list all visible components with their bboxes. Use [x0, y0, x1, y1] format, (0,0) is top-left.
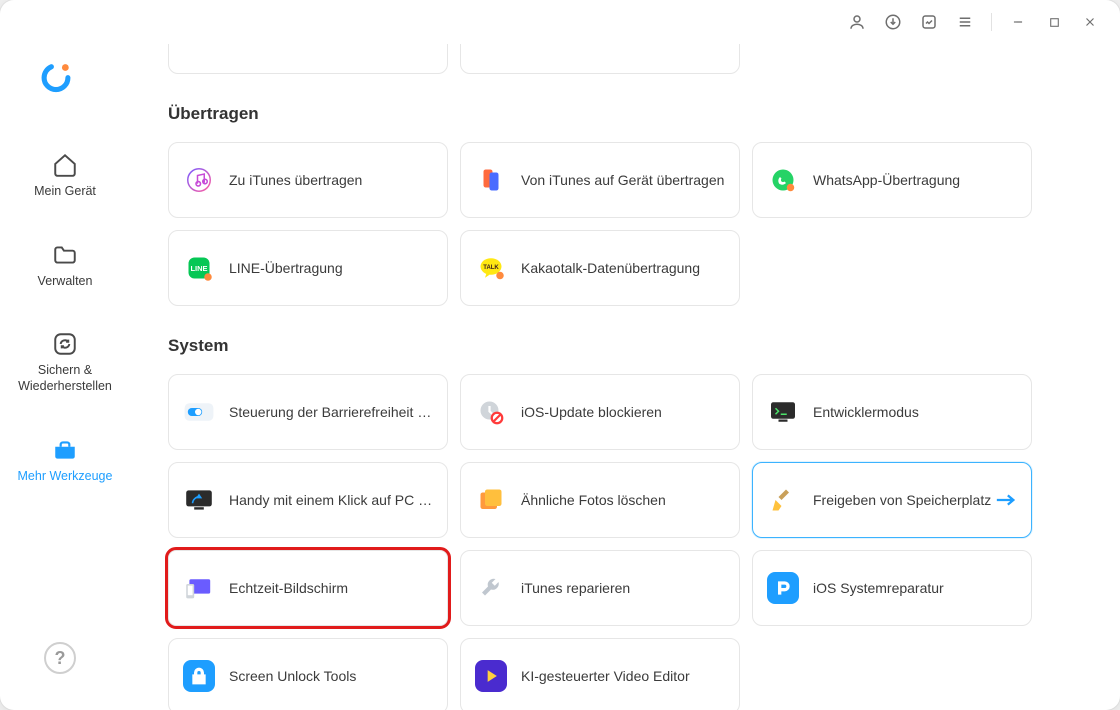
- title-separator: [991, 13, 992, 31]
- transfer-grid: Zu iTunes übertragen Von iTunes auf Gerä…: [168, 142, 1080, 306]
- unlock-icon: [183, 660, 215, 692]
- sidebar-item-backup[interactable]: Sichern & Wiederherstellen: [10, 321, 120, 404]
- system-grid: Steuerung der Barrierefreiheit von iOS-U…: [168, 374, 1080, 710]
- card-label: Echtzeit-Bildschirm: [229, 580, 348, 596]
- card-cast[interactable]: Handy mit einem Klick auf PC spie: [168, 462, 448, 538]
- card-from-itunes[interactable]: Von iTunes auf Gerät übertragen: [460, 142, 740, 218]
- card-label: iOS-Update blockieren: [521, 404, 662, 420]
- card-to-itunes[interactable]: Zu iTunes übertragen: [168, 142, 448, 218]
- sidebar-item-device[interactable]: Mein Gerät: [10, 142, 120, 210]
- card-whatsapp[interactable]: WhatsApp-Übertragung: [752, 142, 1032, 218]
- photos-icon: [475, 484, 507, 516]
- card-free-space[interactable]: Freigeben von Speicherplatz: [752, 462, 1032, 538]
- card-label: Von iTunes auf Gerät übertragen: [521, 172, 724, 188]
- folder-icon: [52, 242, 78, 268]
- kakao-icon: TALK: [475, 252, 507, 284]
- whatsapp-icon: [767, 164, 799, 196]
- video-icon: [475, 660, 507, 692]
- toolbox-icon: [52, 437, 78, 463]
- card-block-update[interactable]: iOS-Update blockieren: [460, 374, 740, 450]
- maximize-button[interactable]: [1038, 6, 1070, 38]
- partial-row-top: [168, 44, 1080, 74]
- card-label: Zu iTunes übertragen: [229, 172, 362, 188]
- card-label: Freigeben von Speicherplatz: [813, 492, 991, 508]
- partial-card[interactable]: [168, 44, 448, 74]
- title-bar: [0, 0, 1120, 44]
- card-label: Screen Unlock Tools: [229, 668, 356, 684]
- card-label: iOS Systemreparatur: [813, 580, 944, 596]
- home-icon: [52, 152, 78, 178]
- section-title-system: System: [168, 336, 1080, 356]
- card-screen-unlock[interactable]: Screen Unlock Tools: [168, 638, 448, 710]
- card-label: Steuerung der Barrierefreiheit von: [229, 404, 433, 420]
- section-title-transfer: Übertragen: [168, 104, 1080, 124]
- card-label: iTunes reparieren: [521, 580, 630, 596]
- help-label: ?: [55, 648, 66, 669]
- line-icon: LINE: [183, 252, 215, 284]
- card-accessibility[interactable]: Steuerung der Barrierefreiheit von: [168, 374, 448, 450]
- sidebar-item-label: Mein Gerät: [34, 184, 96, 200]
- minimize-button[interactable]: [1002, 6, 1034, 38]
- user-icon[interactable]: [841, 6, 873, 38]
- svg-text:LINE: LINE: [190, 264, 207, 273]
- sidebar-item-tools[interactable]: Mehr Werkzeuge: [10, 427, 120, 495]
- download-icon[interactable]: [877, 6, 909, 38]
- help-button[interactable]: ?: [44, 642, 76, 674]
- sidebar-item-label: Verwalten: [38, 274, 93, 290]
- window-body: Mein Gerät Verwalten Sichern & Wiederher…: [0, 44, 1120, 710]
- music-icon: [183, 164, 215, 196]
- card-kakao[interactable]: TALK Kakaotalk-Datenübertragung: [460, 230, 740, 306]
- wrench-icon: [475, 572, 507, 604]
- card-devmode[interactable]: Entwicklermodus: [752, 374, 1032, 450]
- menu-icon[interactable]: [949, 6, 981, 38]
- svg-text:TALK: TALK: [483, 265, 499, 271]
- sidebar-item-label: Mehr Werkzeuge: [18, 469, 113, 485]
- feedback-icon[interactable]: [913, 6, 945, 38]
- card-label: Ähnliche Fotos löschen: [521, 492, 666, 508]
- card-ai-video[interactable]: KI-gesteuerter Video Editor: [460, 638, 740, 710]
- sidebar-item-label: Sichern & Wiederherstellen: [16, 363, 114, 394]
- block-icon: [475, 396, 507, 428]
- card-system-repair[interactable]: iOS Systemreparatur: [752, 550, 1032, 626]
- close-button[interactable]: [1074, 6, 1106, 38]
- card-label: LINE-Übertragung: [229, 260, 343, 276]
- broom-icon: [767, 484, 799, 516]
- app-logo: [32, 52, 80, 100]
- cast-icon: [183, 484, 215, 516]
- partial-card[interactable]: [460, 44, 740, 74]
- toggle-icon: [183, 396, 215, 428]
- repair-icon: [767, 572, 799, 604]
- card-label: Entwicklermodus: [813, 404, 919, 420]
- card-label: KI-gesteuerter Video Editor: [521, 668, 690, 684]
- content-area: Übertragen Zu iTunes übertragen Von iTun…: [120, 44, 1120, 710]
- sidebar: Mein Gerät Verwalten Sichern & Wiederher…: [0, 44, 120, 710]
- card-label: Kakaotalk-Datenübertragung: [521, 260, 700, 276]
- card-repair-itunes[interactable]: iTunes reparieren: [460, 550, 740, 626]
- sidebar-item-manage[interactable]: Verwalten: [10, 232, 120, 300]
- terminal-icon: [767, 396, 799, 428]
- arrow-right-icon: [995, 493, 1017, 507]
- phone-icon: [475, 164, 507, 196]
- card-line[interactable]: LINE LINE-Übertragung: [168, 230, 448, 306]
- app-window: Mein Gerät Verwalten Sichern & Wiederher…: [0, 0, 1120, 710]
- card-label: Handy mit einem Klick auf PC spie: [229, 492, 433, 508]
- screen-icon: [183, 572, 215, 604]
- card-label: WhatsApp-Übertragung: [813, 172, 960, 188]
- refresh-icon: [52, 331, 78, 357]
- card-realtime-screen[interactable]: Echtzeit-Bildschirm: [168, 550, 448, 626]
- card-similar-photos[interactable]: Ähnliche Fotos löschen: [460, 462, 740, 538]
